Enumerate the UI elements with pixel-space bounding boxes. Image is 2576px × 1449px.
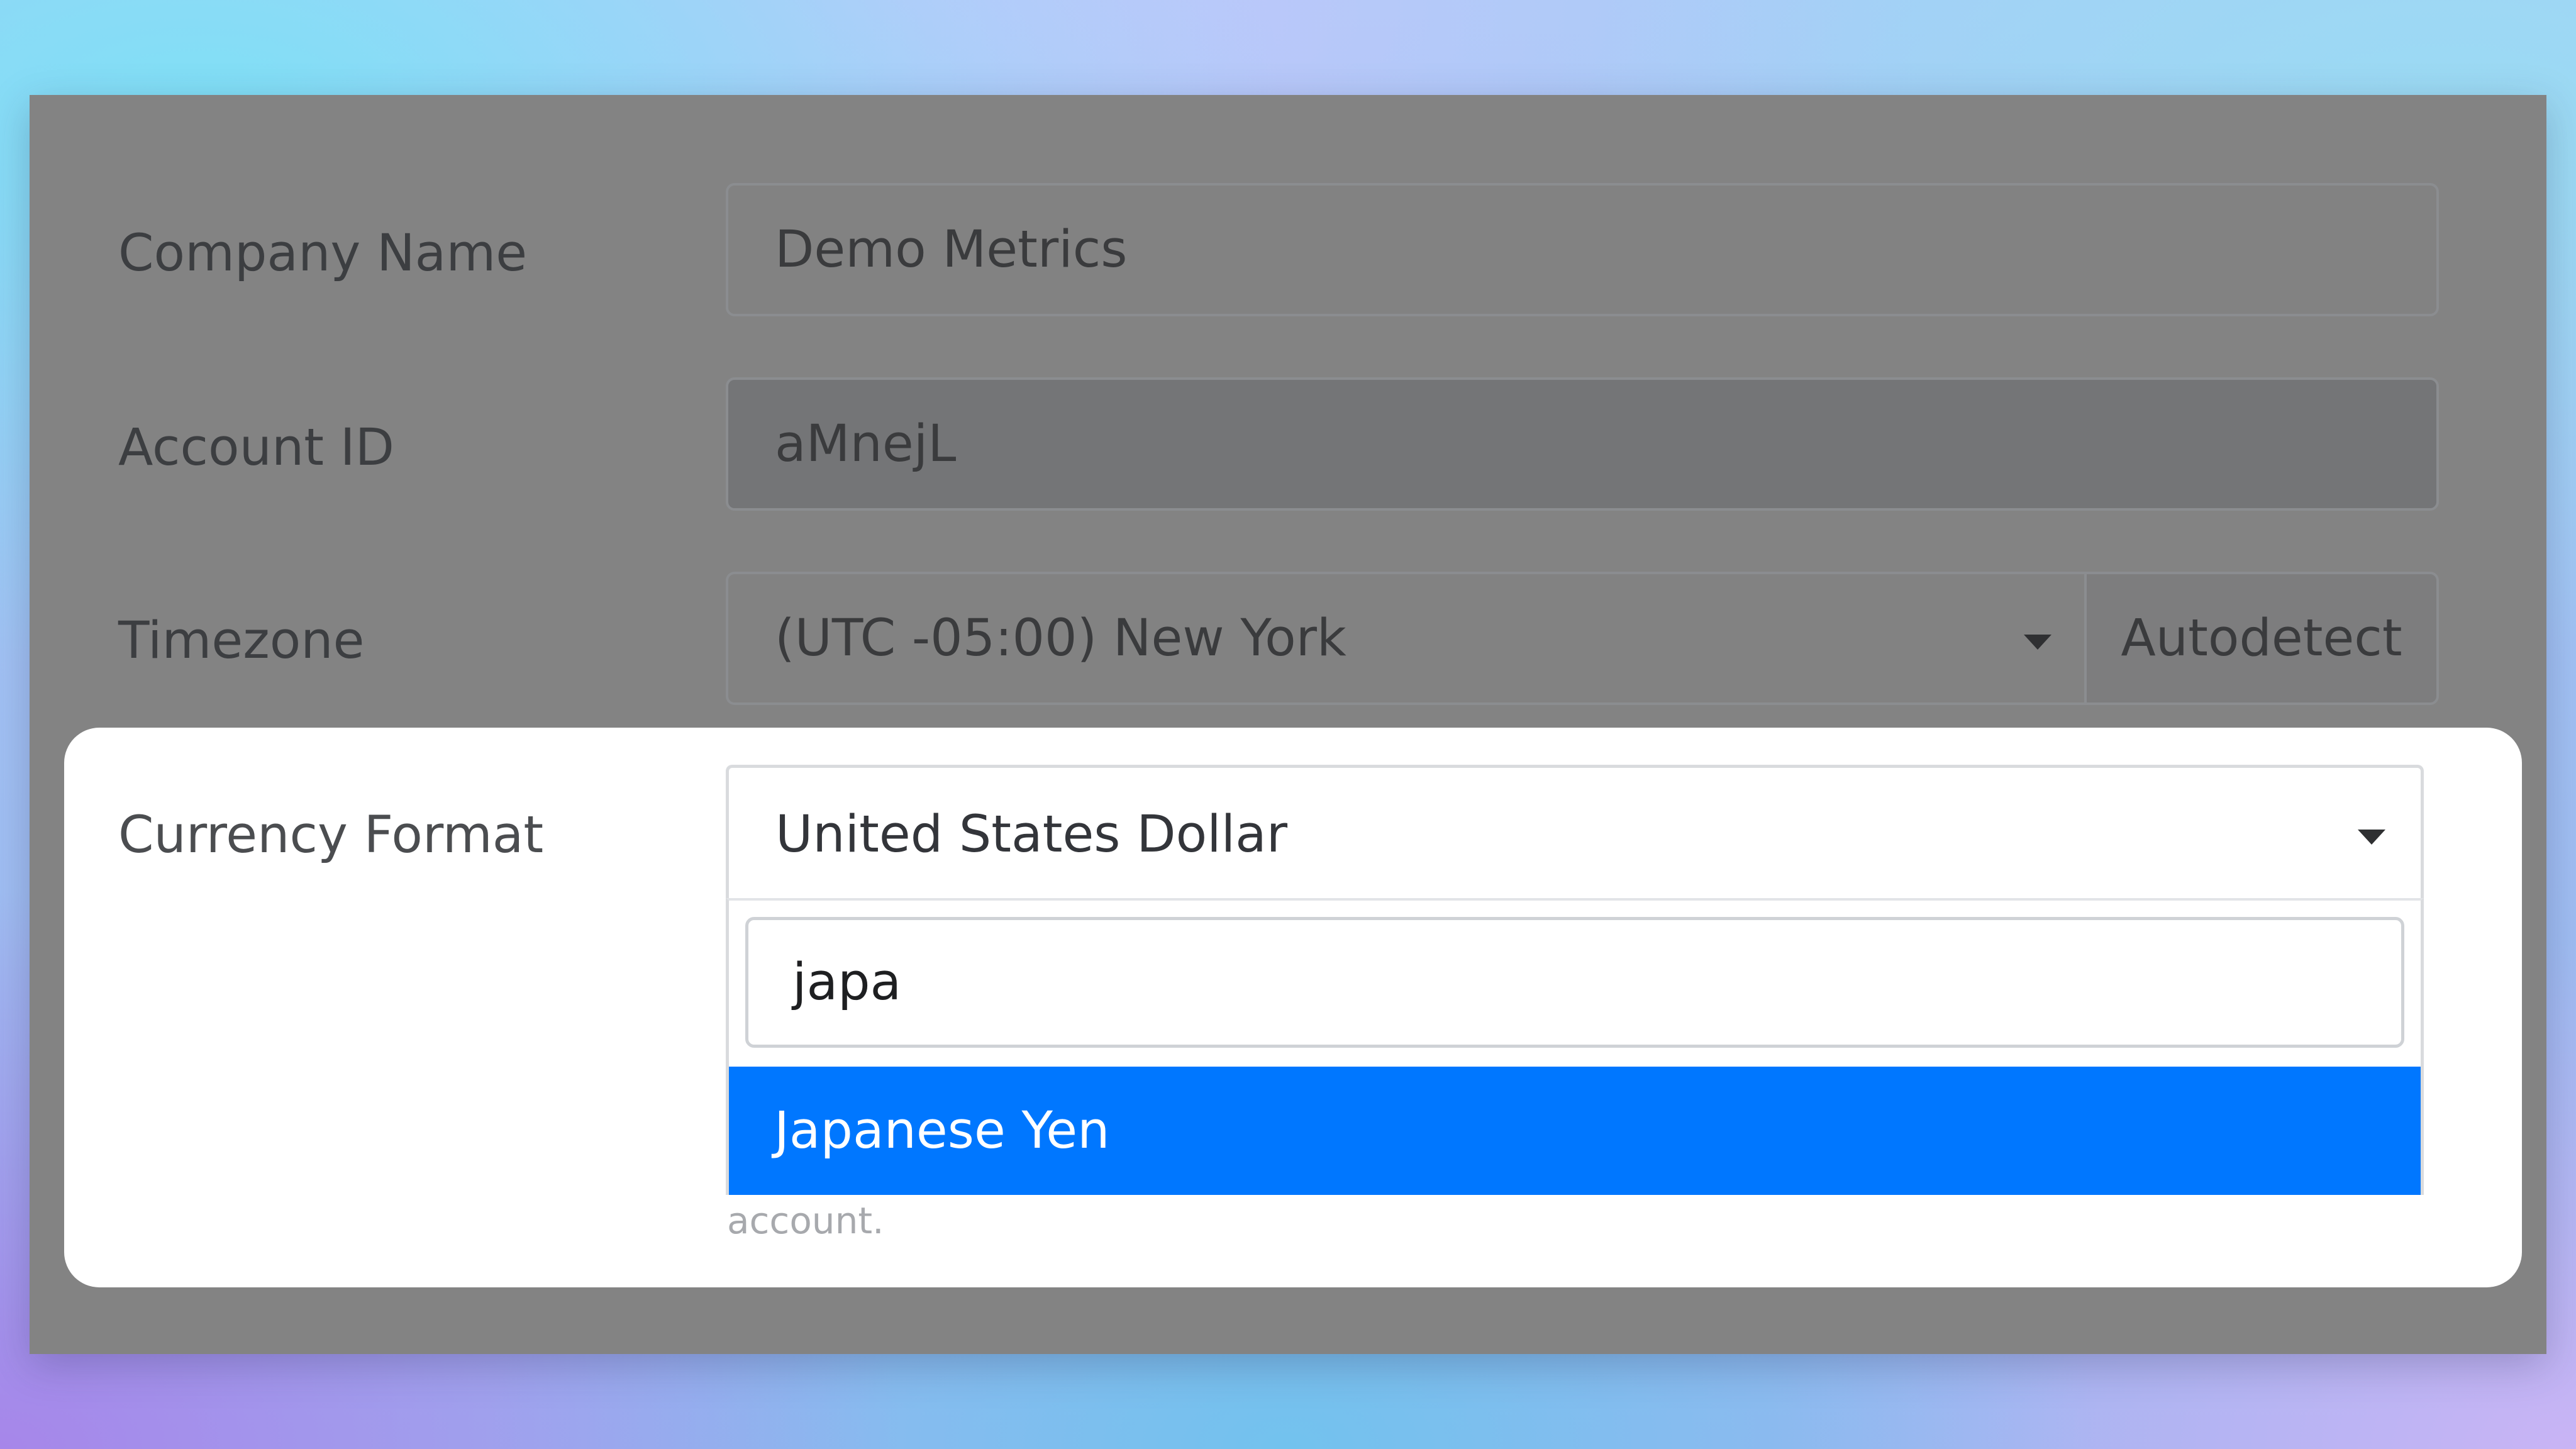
currency-format-label: Currency Format <box>118 806 544 865</box>
timezone-value: (UTC -05:00) New York <box>775 609 1346 668</box>
company-name-input[interactable]: Demo Metrics <box>726 183 2439 316</box>
currency-search-value: japa <box>792 953 902 1012</box>
caret-down-icon <box>2024 635 2051 650</box>
currency-search-input[interactable]: japa <box>745 917 2404 1048</box>
currency-dropdown-menu: japa Japanese Yen <box>726 898 2424 1195</box>
company-name-label: Company Name <box>118 224 528 283</box>
currency-help-text: account. <box>727 1199 884 1242</box>
caret-down-icon <box>2358 830 2385 845</box>
account-id-label: Account ID <box>118 418 395 477</box>
timezone-select[interactable]: (UTC -05:00) New York <box>726 572 2084 705</box>
company-name-value: Demo Metrics <box>775 220 1128 279</box>
timezone-label: Timezone <box>118 611 365 670</box>
autodetect-button[interactable]: Autodetect <box>2084 572 2439 705</box>
timezone-input-group: (UTC -05:00) New York Autodetect <box>726 572 2439 705</box>
account-id-value: aMnejL <box>775 414 957 474</box>
currency-format-select[interactable]: United States Dollar <box>726 765 2424 901</box>
account-id-field: aMnejL <box>726 377 2439 511</box>
currency-option-japanese-yen[interactable]: Japanese Yen <box>729 1067 2421 1195</box>
currency-format-value: United States Dollar <box>775 804 1288 864</box>
